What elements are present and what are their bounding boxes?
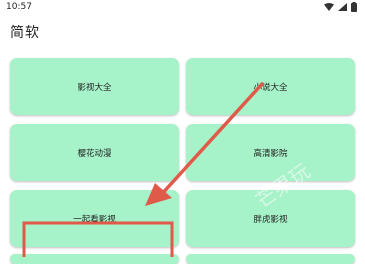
tile-xiaoshuo-daquan[interactable]: 小说大全 xyxy=(186,58,355,115)
tile-partial-right[interactable] xyxy=(186,254,355,264)
tile-label: 胖虎影视 xyxy=(253,214,288,225)
tile-grid: 影视大全 小说大全 樱花动漫 高清影院 一起看影视 胖虎影视 xyxy=(0,0,365,264)
tile-gaoqing-yingyuan[interactable]: 高清影院 xyxy=(186,124,355,181)
tile-label: 影视大全 xyxy=(77,82,112,93)
tile-label: 小说大全 xyxy=(253,82,288,93)
tile-label: 一起看影视 xyxy=(73,214,116,225)
tile-yinghua-dongman[interactable]: 樱花动漫 xyxy=(10,124,179,181)
tile-partial-left[interactable] xyxy=(10,254,179,264)
tile-yingshi-daquan[interactable]: 影视大全 xyxy=(10,58,179,115)
tile-label: 樱花动漫 xyxy=(77,148,112,159)
tile-panghu-yingshi[interactable]: 胖虎影视 xyxy=(186,190,355,247)
tile-yiqikan-yingshi[interactable]: 一起看影视 xyxy=(10,190,179,247)
tile-label: 高清影院 xyxy=(253,148,288,159)
